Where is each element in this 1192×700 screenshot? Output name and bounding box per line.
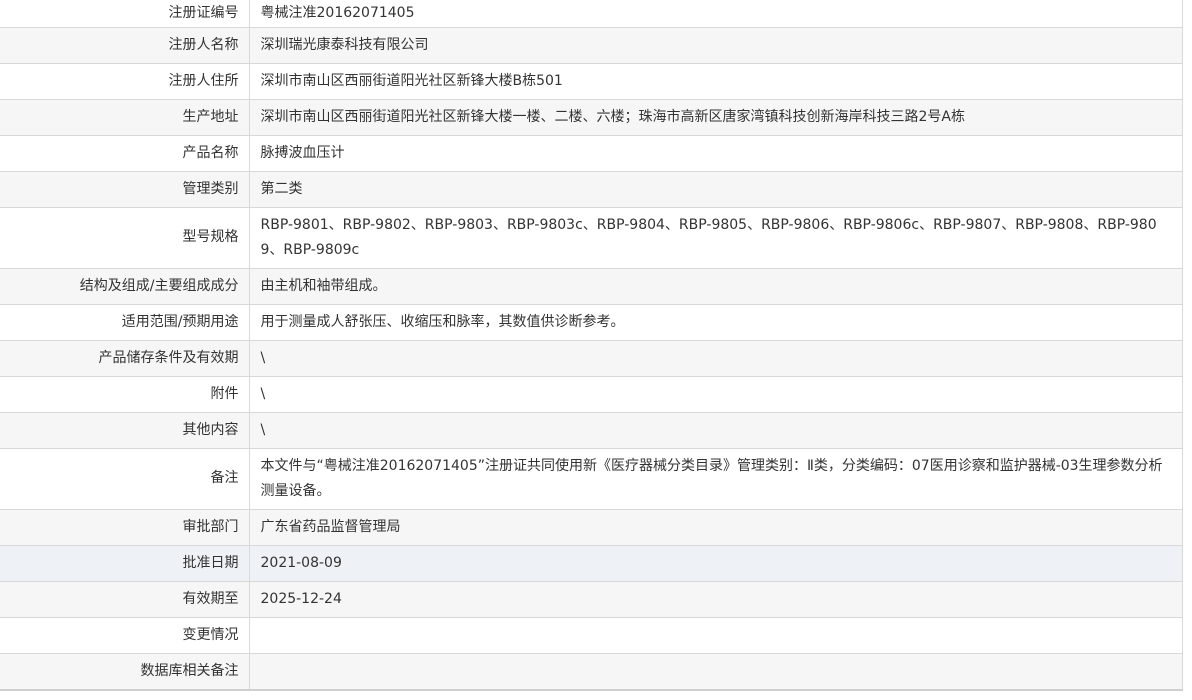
row-label: 其他内容 — [0, 411, 250, 449]
row-value: \ — [249, 339, 1183, 377]
table-row-other-content: 其他内容 \ — [0, 411, 1183, 449]
row-value: \ — [249, 375, 1183, 413]
table-row-structure-composition: 结构及组成/主要组成成分 由主机和袖带组成。 — [0, 267, 1183, 305]
row-value: 2025-12-24 — [249, 580, 1183, 618]
row-value — [249, 652, 1183, 691]
table-row-change-status: 变更情况 — [0, 616, 1183, 654]
row-label: 附件 — [0, 375, 250, 413]
row-value: 脉搏波血压计 — [249, 134, 1183, 172]
table-row-remarks: 备注 本文件与“粤械注准20162071405”注册证共同使用新《医疗器械分类目… — [0, 447, 1183, 510]
row-value: 用于测量成人舒张压、收缩压和脉率，其数值供诊断参考。 — [249, 303, 1183, 341]
row-value: 由主机和袖带组成。 — [249, 267, 1183, 305]
table-row-database-remarks: 数据库相关备注 — [0, 652, 1183, 691]
row-label: 注册证编号 — [0, 0, 250, 28]
table-row-registrant-name: 注册人名称 深圳瑞光康泰科技有限公司 — [0, 26, 1183, 64]
table-row-product-name: 产品名称 脉搏波血压计 — [0, 134, 1183, 172]
table-row-approval-date: 批准日期 2021-08-09 — [0, 544, 1183, 582]
row-label: 生产地址 — [0, 98, 250, 136]
row-label: 变更情况 — [0, 616, 250, 654]
row-label: 注册人住所 — [0, 62, 250, 100]
row-label: 备注 — [0, 447, 250, 510]
row-label: 注册人名称 — [0, 26, 250, 64]
row-value — [249, 616, 1183, 654]
row-value: 深圳市南山区西丽街道阳光社区新锋大楼一楼、二楼、六楼；珠海市高新区唐家湾镇科技创… — [249, 98, 1183, 136]
row-label: 结构及组成/主要组成成分 — [0, 267, 250, 305]
row-label: 审批部门 — [0, 508, 250, 546]
table-row-attachments: 附件 \ — [0, 375, 1183, 413]
row-value: RBP-9801、RBP-9802、RBP-9803、RBP-9803c、RBP… — [249, 206, 1183, 269]
row-value: 粤械注准20162071405 — [249, 0, 1183, 28]
row-value: 2021-08-09 — [249, 544, 1183, 582]
registration-detail-table: 注册证编号 粤械注准20162071405 注册人名称 深圳瑞光康泰科技有限公司… — [0, 0, 1183, 691]
row-label: 型号规格 — [0, 206, 250, 269]
table-row-intended-use: 适用范围/预期用途 用于测量成人舒张压、收缩压和脉率，其数值供诊断参考。 — [0, 303, 1183, 341]
table-row-management-category: 管理类别 第二类 — [0, 170, 1183, 208]
table-row-registration-number: 注册证编号 粤械注准20162071405 — [0, 0, 1183, 28]
row-value: 深圳市南山区西丽街道阳光社区新锋大楼B栋501 — [249, 62, 1183, 100]
table-row-production-address: 生产地址 深圳市南山区西丽街道阳光社区新锋大楼一楼、二楼、六楼；珠海市高新区唐家… — [0, 98, 1183, 136]
row-label: 产品名称 — [0, 134, 250, 172]
row-label: 数据库相关备注 — [0, 652, 250, 691]
row-value: 第二类 — [249, 170, 1183, 208]
table-row-registrant-address: 注册人住所 深圳市南山区西丽街道阳光社区新锋大楼B栋501 — [0, 62, 1183, 100]
row-label: 批准日期 — [0, 544, 250, 582]
table-row-storage-validity: 产品储存条件及有效期 \ — [0, 339, 1183, 377]
row-value: \ — [249, 411, 1183, 449]
row-label: 有效期至 — [0, 580, 250, 618]
table-row-approval-department: 审批部门 广东省药品监督管理局 — [0, 508, 1183, 546]
table-row-valid-until: 有效期至 2025-12-24 — [0, 580, 1183, 618]
table-row-model-spec: 型号规格 RBP-9801、RBP-9802、RBP-9803、RBP-9803… — [0, 206, 1183, 269]
row-value: 本文件与“粤械注准20162071405”注册证共同使用新《医疗器械分类目录》管… — [249, 447, 1183, 510]
row-label: 管理类别 — [0, 170, 250, 208]
row-label: 产品储存条件及有效期 — [0, 339, 250, 377]
row-value: 深圳瑞光康泰科技有限公司 — [249, 26, 1183, 64]
row-label: 适用范围/预期用途 — [0, 303, 250, 341]
row-value: 广东省药品监督管理局 — [249, 508, 1183, 546]
